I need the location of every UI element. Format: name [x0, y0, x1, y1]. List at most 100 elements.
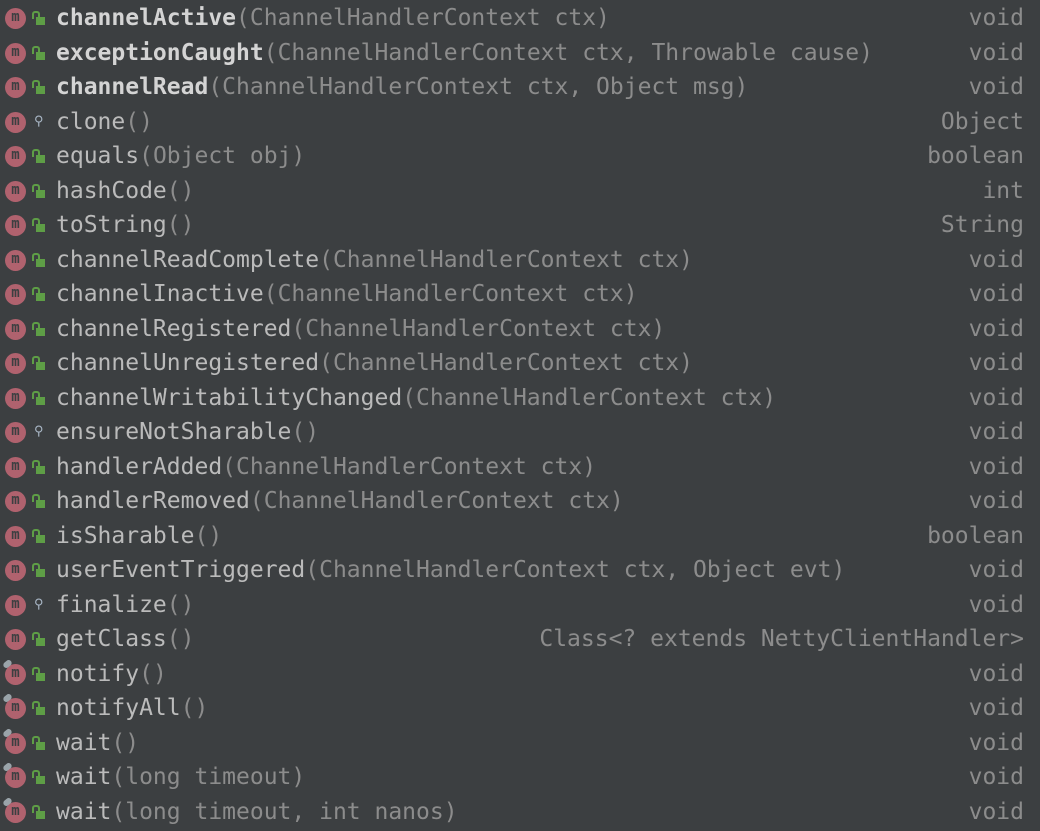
public-lock-icon — [32, 149, 46, 163]
return-type: void — [968, 246, 1024, 273]
method-name: notifyAll — [56, 695, 181, 721]
public-lock-icon — [32, 632, 46, 646]
method-icon: m — [2, 658, 26, 685]
completion-item[interactable]: m isSharable() boolean — [0, 519, 1040, 554]
method-signature: ensureNotSharable() — [56, 415, 319, 450]
completion-item[interactable]: m hashCode() int — [0, 174, 1040, 209]
completion-item[interactable]: m channelInactive(ChannelHandlerContext c… — [0, 277, 1040, 312]
method-name: getClass — [56, 626, 167, 652]
protected-key-icon: ⚲ — [34, 113, 44, 129]
method-icon: m — [5, 8, 26, 29]
method-icon: m — [5, 456, 26, 478]
public-lock-icon — [32, 770, 46, 784]
final-pin-icon — [2, 658, 13, 669]
completion-item[interactable]: m channelRead(ChannelHandlerContext ctx, … — [0, 70, 1040, 105]
completion-item[interactable]: m ⚲ finalize() void — [0, 588, 1040, 623]
public-lock-icon — [32, 11, 46, 25]
protected-key-icon: ⚲ — [34, 596, 44, 612]
final-pin-icon — [2, 692, 13, 704]
completion-item[interactable]: m handlerRemoved(ChannelHandlerContext ct… — [0, 484, 1040, 519]
public-lock-icon — [32, 459, 46, 474]
method-name: isSharable — [56, 522, 195, 549]
method-params: () — [291, 419, 320, 445]
completion-item[interactable]: m handlerAdded(ChannelHandlerContext ctx)… — [0, 450, 1040, 485]
completion-item[interactable]: m channelActive(ChannelHandlerContext ctx… — [0, 1, 1040, 36]
method-icon: m — [5, 525, 26, 547]
method-name: channelRegistered — [56, 315, 292, 342]
method-name: equals — [56, 143, 140, 169]
method-name: wait — [56, 764, 112, 790]
method-name: clone — [56, 108, 126, 135]
method-params: (ChannelHandlerContext ctx, Object msg) — [208, 74, 749, 100]
method-name: channelWritabilityChanged — [56, 384, 403, 411]
completion-item[interactable]: m channelUnregistered(ChannelHandlerConte… — [0, 346, 1040, 381]
method-signature: finalize() — [56, 588, 194, 623]
method-name: wait — [56, 798, 112, 825]
completion-item[interactable]: m notifyAll() void — [0, 691, 1040, 726]
method-icon: m — [5, 146, 26, 167]
method-params: () — [111, 729, 140, 756]
method-params: (long timeout) — [111, 764, 306, 790]
return-type: void — [968, 764, 1024, 790]
method-params: (ChannelHandlerContext ctx) — [236, 5, 610, 31]
completion-item[interactable]: m userEventTriggered(ChannelHandlerContex… — [0, 553, 1040, 588]
completion-item[interactable]: m ⚲ clone() Object — [0, 105, 1040, 140]
method-params: (Object obj) — [139, 143, 306, 169]
method-signature: toString() — [56, 208, 194, 243]
completion-item[interactable]: m notify() void — [0, 657, 1040, 692]
method-signature: wait(long timeout, int nanos) — [56, 795, 458, 830]
final-pin-icon — [2, 761, 13, 773]
completion-item[interactable]: m channelWritabilityChanged(ChannelHandle… — [0, 381, 1040, 416]
method-icon: m — [5, 180, 26, 202]
protected-key-icon: ⚲ — [34, 424, 44, 439]
method-name: hashCode — [56, 177, 167, 204]
method-name: channelReadComplete — [56, 246, 320, 273]
method-signature: clone() — [56, 105, 153, 140]
return-type: void — [968, 350, 1024, 376]
completion-item[interactable]: m toString() String — [0, 208, 1040, 243]
completion-item[interactable]: m ⚲ ensureNotSharable() void — [0, 415, 1040, 450]
method-name: handlerRemoved — [56, 488, 250, 514]
return-type: void — [968, 660, 1024, 687]
method-name: channelActive — [56, 5, 237, 31]
method-signature: channelRead(ChannelHandlerContext ctx, O… — [56, 70, 748, 105]
public-lock-icon — [32, 804, 46, 819]
method-name: ensureNotSharable — [56, 419, 292, 445]
method-params: (ChannelHandlerContext ctx) — [319, 246, 693, 273]
method-icon: m — [5, 422, 26, 443]
return-type: void — [968, 557, 1024, 583]
completion-item[interactable]: m equals(Object obj) boolean — [0, 139, 1040, 174]
return-type: void — [968, 281, 1024, 307]
method-icon: m — [5, 249, 26, 271]
method-params: (ChannelHandlerContext ctx, Object evt) — [305, 557, 846, 583]
completion-item[interactable]: m wait() void — [0, 726, 1040, 761]
public-lock-icon — [32, 528, 46, 543]
method-signature: channelUnregistered(ChannelHandlerContex… — [56, 346, 693, 381]
completion-item[interactable]: m wait(long timeout) void — [0, 760, 1040, 795]
method-params: () — [166, 212, 195, 238]
method-icon: m — [5, 318, 26, 340]
method-signature: notify() — [56, 657, 167, 692]
method-icon: m — [5, 215, 26, 236]
return-type: void — [968, 5, 1024, 31]
method-icon: m — [5, 560, 26, 581]
completion-item[interactable]: m channelReadComplete(ChannelHandlerConte… — [0, 243, 1040, 278]
public-lock-icon — [32, 218, 46, 232]
method-icon: m — [5, 491, 26, 512]
completion-item[interactable]: m exceptionCaught(ChannelHandlerContext c… — [0, 36, 1040, 71]
return-type: void — [968, 591, 1024, 618]
completion-item[interactable]: m channelRegistered(ChannelHandlerContext… — [0, 312, 1040, 347]
return-type: void — [968, 695, 1024, 721]
return-type: void — [968, 74, 1024, 100]
return-type: int — [982, 177, 1024, 204]
completion-item[interactable]: m getClass() Class<? extends NettyClientHa… — [0, 622, 1040, 657]
method-params: (ChannelHandlerContext ctx) — [291, 315, 666, 342]
public-lock-icon — [32, 494, 46, 508]
method-icon: m — [5, 111, 26, 133]
method-icon: m — [5, 387, 26, 409]
method-icon: m — [5, 284, 26, 305]
public-lock-icon — [32, 701, 46, 715]
method-icon: m — [2, 692, 26, 719]
completion-item[interactable]: m wait(long timeout, int nanos) void — [0, 795, 1040, 830]
return-type: void — [968, 419, 1024, 445]
